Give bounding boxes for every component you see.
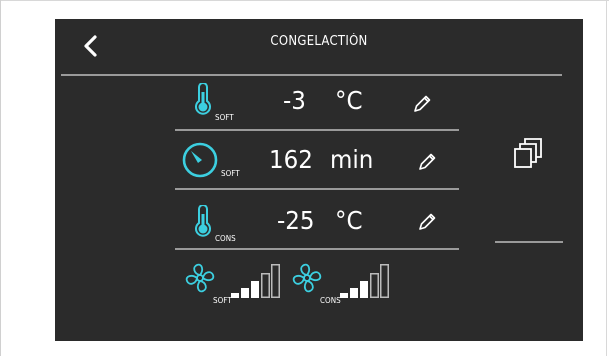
row-divider	[175, 129, 459, 131]
fan-soft-sub: SOFT	[213, 296, 232, 305]
row-temp-cons-value: -25	[277, 206, 315, 235]
row-time-soft-value: 162	[269, 145, 313, 174]
page-title: CONGELACTIÓN	[270, 34, 368, 49]
fan-icon	[185, 263, 215, 293]
row-time-soft-unit: min	[330, 145, 374, 174]
row-time-soft-sub: SOFT	[221, 169, 240, 178]
fan-cons-level-bars	[340, 264, 389, 298]
edit-temp-soft-button[interactable]	[412, 94, 432, 114]
row-temp-soft-unit: °C	[335, 86, 363, 115]
row-temp-cons-unit: °C	[335, 206, 363, 235]
fan-cons-sub: CONS	[320, 296, 341, 305]
frame-right-line	[606, 0, 607, 356]
fan-soft-level-bars	[231, 264, 280, 298]
timer-icon	[182, 142, 218, 178]
thermometer-icon	[195, 205, 211, 237]
controller-screen: CONGELACTIÓN SOFT -3 °C SOFT 162 min CON…	[55, 19, 583, 341]
row-temp-soft-value: -3	[283, 86, 306, 115]
row-divider	[175, 248, 459, 250]
frame-top-line	[0, 0, 609, 1]
copy-button[interactable]	[513, 137, 543, 169]
row-divider	[175, 188, 459, 190]
side-divider	[495, 241, 563, 243]
row-temp-soft-sub: SOFT	[215, 113, 234, 122]
header-divider	[61, 74, 562, 76]
fan-icon	[292, 263, 322, 293]
row-temp-cons-sub: CONS	[215, 234, 236, 243]
edit-temp-cons-button[interactable]	[417, 212, 437, 232]
copy-icon	[514, 138, 542, 168]
edit-time-soft-button[interactable]	[417, 152, 437, 172]
frame-left-line	[0, 0, 1, 356]
thermometer-icon	[195, 83, 211, 115]
